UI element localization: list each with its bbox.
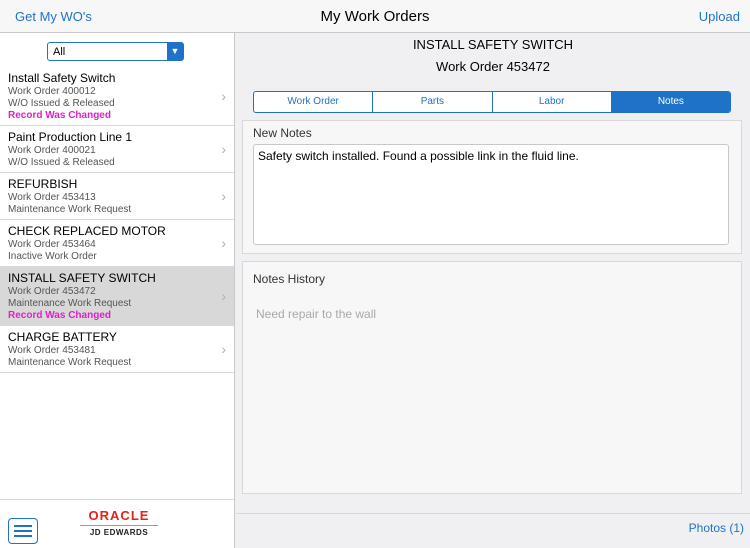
work-order-status: W/O Issued & Released xyxy=(8,98,115,109)
work-order-number: Work Order 453413 xyxy=(8,192,96,203)
notes-history-label: Notes History xyxy=(253,272,326,286)
tab-labor[interactable]: Labor xyxy=(493,92,612,112)
upload-button[interactable]: Upload xyxy=(699,9,740,24)
work-order-number: Work Order 453472 xyxy=(8,286,96,297)
filter-selected-value: All xyxy=(53,46,66,58)
work-order-list: Install Safety Switch Work Order 400012 … xyxy=(0,67,234,373)
tab-parts[interactable]: Parts xyxy=(373,92,493,112)
work-order-number: Work Order 400021 xyxy=(8,145,96,156)
jd-edwards-logo-text: JD EDWARDS xyxy=(80,525,158,538)
detail-tabs: Work Order Parts Labor Notes xyxy=(253,91,731,113)
notes-history-section: Notes History Need repair to the wall xyxy=(242,261,742,494)
new-notes-section: New Notes Safety switch installed. Found… xyxy=(242,120,742,254)
work-order-number: Work Order 453481 xyxy=(8,345,96,356)
work-order-item[interactable]: CHARGE BATTERY Work Order 453481 Mainten… xyxy=(0,326,234,373)
detail-panel: INSTALL SAFETY SWITCH Work Order 453472 … xyxy=(236,33,750,513)
work-order-number: Work Order 400012 xyxy=(8,86,96,97)
work-order-item-selected[interactable]: INSTALL SAFETY SWITCH Work Order 453472 … xyxy=(0,267,234,326)
work-order-title: Paint Production Line 1 xyxy=(8,130,133,144)
work-order-detail-title: INSTALL SAFETY SWITCH xyxy=(412,37,574,52)
oracle-logo-text: ORACLE xyxy=(88,508,150,523)
dropdown-arrow-icon: ▼ xyxy=(167,43,183,60)
chevron-right-icon: › xyxy=(221,235,226,251)
work-order-title: Install Safety Switch xyxy=(8,71,116,85)
work-order-item[interactable]: CHECK REPLACED MOTOR Work Order 453464 I… xyxy=(0,220,234,267)
record-changed-flag: Record Was Changed xyxy=(8,110,111,121)
work-order-title: CHARGE BATTERY xyxy=(8,330,117,344)
work-order-item[interactable]: Install Safety Switch Work Order 400012 … xyxy=(0,67,234,126)
work-order-status: W/O Issued & Released xyxy=(8,157,115,168)
oracle-jd-edwards-logo: ORACLE JD EDWARDS xyxy=(80,509,158,538)
chevron-right-icon: › xyxy=(221,141,226,157)
sidebar-footer: ORACLE JD EDWARDS xyxy=(0,499,234,548)
work-order-title: INSTALL SAFETY SWITCH xyxy=(8,271,156,285)
new-notes-textarea[interactable]: Safety switch installed. Found a possibl… xyxy=(253,144,729,245)
work-order-status: Maintenance Work Request xyxy=(8,298,132,309)
record-changed-flag: Record Was Changed xyxy=(8,310,111,321)
work-order-detail-number: Work Order 453472 xyxy=(436,59,550,74)
chevron-right-icon: › xyxy=(221,288,226,304)
chevron-right-icon: › xyxy=(221,341,226,357)
tab-notes[interactable]: Notes xyxy=(611,92,730,112)
page-title: My Work Orders xyxy=(320,8,430,25)
work-order-status: Maintenance Work Request xyxy=(8,357,132,368)
bottom-toolbar: Photos (1) xyxy=(236,513,750,548)
work-order-number: Work Order 453464 xyxy=(8,239,96,250)
filter-dropdown[interactable]: All ▼ xyxy=(47,42,184,61)
chevron-right-icon: › xyxy=(221,88,226,104)
work-order-title: CHECK REPLACED MOTOR xyxy=(8,224,166,238)
work-order-status: Inactive Work Order xyxy=(8,251,97,262)
navigation-bar: Get My WO's My Work Orders Upload xyxy=(0,0,750,33)
work-order-item[interactable]: Paint Production Line 1 Work Order 40002… xyxy=(0,126,234,173)
work-order-status: Maintenance Work Request xyxy=(8,204,132,215)
tab-work-order[interactable]: Work Order xyxy=(254,92,374,112)
work-order-item[interactable]: REFURBISH Work Order 453413 Maintenance … xyxy=(0,173,234,220)
photos-button[interactable]: Photos (1) xyxy=(689,521,744,535)
new-notes-label: New Notes xyxy=(253,126,312,140)
work-order-title: REFURBISH xyxy=(8,177,78,191)
chevron-right-icon: › xyxy=(221,188,226,204)
notes-history-text: Need repair to the wall xyxy=(256,307,377,321)
sidebar: All ▼ Install Safety Switch Work Order 4… xyxy=(0,33,235,548)
menu-icon[interactable] xyxy=(8,518,38,544)
